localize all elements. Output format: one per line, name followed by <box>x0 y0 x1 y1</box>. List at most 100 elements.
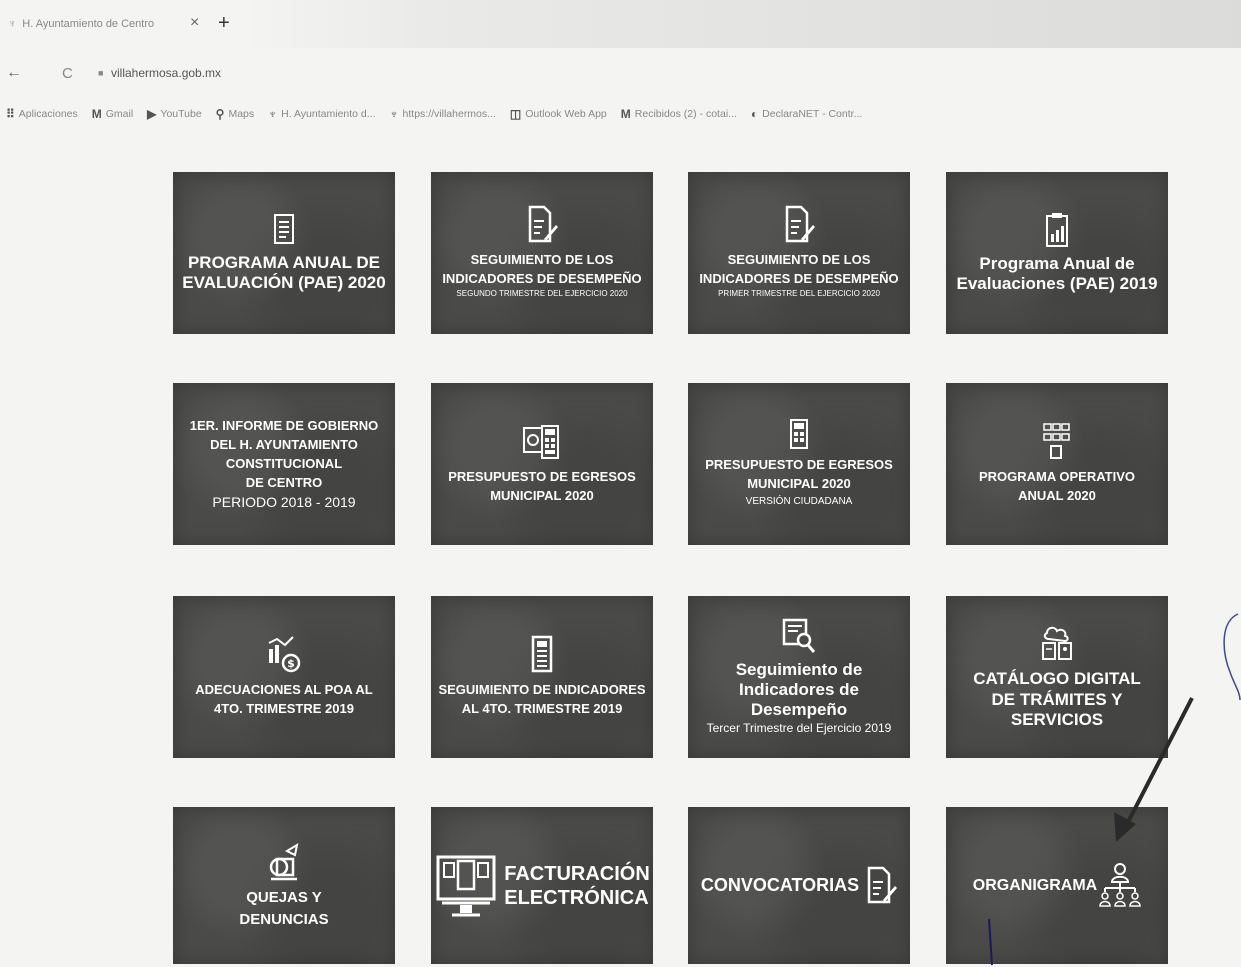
document-pen-icon <box>785 205 815 242</box>
document-icon <box>274 213 294 244</box>
apps-icon: ⠿ <box>6 107 15 121</box>
tab-title: H. Ayuntamiento de Centro <box>22 18 155 30</box>
tile-pae-2020[interactable]: PROGRAMA ANUAL DE EVALUACIÓN (PAE) 2020 <box>173 172 395 334</box>
tile-title: Programa Anual de <box>979 253 1135 273</box>
tile-title: INDICADORES DE DESEMPEÑO <box>442 270 642 286</box>
document-search-icon <box>782 618 816 653</box>
tile-title: DEL H. AYUNTAMIENTO <box>210 437 358 453</box>
tile-adecuaciones-poa[interactable]: $ ADECUACIONES AL POA AL 4TO. TRIMESTRE … <box>173 596 395 758</box>
tile-title: CONSTITUCIONAL <box>225 455 343 471</box>
mailbox-icon <box>269 842 299 880</box>
tile-text: FACTURACIÓN ELECTRÓNICA <box>504 862 650 910</box>
org-chart-icon <box>1099 862 1141 907</box>
tile-content: FACTURACIÓN ELECTRÓNICA <box>434 851 650 921</box>
tile-title: PRESUPUESTO DE EGRESOS <box>448 469 636 485</box>
bookmark-maps[interactable]: ⚲ Maps <box>216 107 254 121</box>
tile-presupuesto-egresos-2020[interactable]: PRESUPUESTO DE EGRESOS MUNICIPAL 2020 <box>431 383 653 545</box>
tile-presupuesto-ciudadana[interactable]: PRESUPUESTO DE EGRESOS MUNICIPAL 2020 VE… <box>688 383 910 545</box>
lock-icon: ■ <box>98 68 104 78</box>
tile-title: Indicadores de Desempeño <box>739 680 859 720</box>
browser-tab[interactable]: ♆ H. Ayuntamiento de Centro <box>8 18 154 30</box>
close-tab-icon[interactable]: × <box>190 14 199 32</box>
bookmarks-bar: ⠿ Aplicaciones M Gmail ▶ YouTube ⚲ Maps ♆ H. … <box>6 104 862 124</box>
document-calculator-icon <box>531 635 553 673</box>
tile-title: AL 4TO. TRIMESTRE 2019 <box>461 701 623 716</box>
bookmark-outlook[interactable]: ◫ Outlook Web App <box>510 107 607 121</box>
tile-title: FACTURACIÓN <box>504 862 650 885</box>
bookmark-label: Recibidos (2) - cotai... <box>634 108 737 120</box>
gmail-icon: M <box>91 107 102 121</box>
gmail-icon: M <box>620 107 631 121</box>
url-field[interactable]: villahermosa.gob.mx <box>111 66 221 80</box>
finance-chart-icon: $ <box>268 636 301 673</box>
outlook-icon: ◫ <box>509 107 522 121</box>
tile-title: INDICADORES DE DESEMPEÑO <box>699 270 899 286</box>
tile-title: PRESUPUESTO DE EGRESOS <box>705 457 893 473</box>
bookmark-recibidos[interactable]: M Recibidos (2) - cotai... <box>621 107 737 121</box>
bookmark-label: H. Ayuntamiento d... <box>281 108 376 120</box>
tile-title: DE CENTRO <box>245 474 323 490</box>
bookmark-label: Aplicaciones <box>18 108 78 120</box>
tile-pae-2019[interactable]: Programa Anual de Evaluaciones (PAE) 201… <box>946 172 1168 334</box>
new-tab-icon[interactable]: + <box>218 12 230 35</box>
reload-icon[interactable]: C <box>62 65 73 82</box>
tile-seguimiento-2do-trimestre-2020[interactable]: SEGUIMIENTO DE LOS INDICADORES DE DESEMP… <box>431 172 653 334</box>
tab-strip-background <box>240 0 1241 48</box>
back-arrow-icon[interactable]: ← <box>6 64 22 82</box>
tile-content: ORGANIGRAMA <box>973 862 1141 910</box>
address-bar-row: ← C ■ villahermosa.gob.mx <box>0 60 1241 86</box>
computer-monitor-icon <box>436 855 496 916</box>
tile-seguimiento-indicadores-4to[interactable]: SEGUIMIENTO DE INDICADORES AL 4TO. TRIME… <box>431 596 653 758</box>
cloud-documents-icon <box>1042 627 1072 661</box>
youtube-icon: ▶ <box>147 107 157 121</box>
tile-title: SEGUIMIENTO DE LOS <box>470 251 614 267</box>
bookmark-youtube[interactable]: ▶ YouTube <box>147 107 202 121</box>
calculator-icon <box>790 419 808 450</box>
bookmark-label: Outlook Web App <box>525 108 607 120</box>
bookmark-ayuntamiento[interactable]: ♆ H. Ayuntamiento d... <box>268 107 375 121</box>
tile-title: SEGUIMIENTO DE LOS <box>727 251 871 267</box>
bookmark-label: Maps <box>228 108 255 120</box>
tile-programa-operativo-2020[interactable]: PROGRAMA OPERATIVO ANUAL 2020 <box>946 383 1168 545</box>
declaranet-icon: ◐ <box>750 107 759 121</box>
tile-title: ANUAL 2020 <box>1018 488 1096 503</box>
tile-subtitle: Tercer Trimestre del Ejercicio 2019 <box>706 720 892 735</box>
bookmark-declaranet[interactable]: ◐ DeclaraNET - Contr... <box>751 107 862 121</box>
bookmark-label: YouTube <box>160 108 202 120</box>
tile-title: EVALUACIÓN (PAE) 2020 <box>182 273 386 292</box>
site-favicon-icon: ♆ <box>389 107 399 121</box>
tile-title: 1ER. INFORME DE GOBIERNO <box>189 418 379 434</box>
bookmark-label: Gmail <box>105 108 134 120</box>
bookmark-gmail[interactable]: M Gmail <box>92 107 133 121</box>
tile-title: QUEJAS Y <box>246 888 322 906</box>
tile-title: ORGANIGRAMA <box>972 876 1098 894</box>
tile-seguimiento-1er-trimestre-2020[interactable]: SEGUIMIENTO DE LOS INDICADORES DE DESEMP… <box>688 172 910 334</box>
bookmark-villahermosa[interactable]: ♆ https://villahermos... <box>390 107 496 121</box>
site-favicon-icon: ♆ <box>8 18 17 30</box>
tile-1er-informe-gobierno[interactable]: 1ER. INFORME DE GOBIERNO DEL H. AYUNTAMI… <box>173 383 395 545</box>
tile-facturacion-electronica[interactable]: FACTURACIÓN ELECTRÓNICA <box>431 807 653 964</box>
bookmark-apps[interactable]: ⠿ Aplicaciones <box>6 107 78 121</box>
tile-title: 4TO. TRIMESTRE 2019 <box>214 701 354 716</box>
document-pen-icon <box>867 866 898 903</box>
tile-title: Evaluaciones (PAE) 2019 <box>956 274 1158 293</box>
tile-title: ELECTRÓNICA <box>504 886 649 909</box>
tile-title: CONVOCATORIAS <box>700 874 860 895</box>
tile-title: MUNICIPAL 2020 <box>747 476 851 491</box>
tile-title: MUNICIPAL 2020 <box>490 488 594 503</box>
maps-pin-icon: ⚲ <box>215 107 225 121</box>
bookmark-label: https://villahermos... <box>402 108 496 120</box>
tile-seguimiento-3er-trimestre-2019[interactable]: Seguimiento de Indicadores de Desempeño … <box>688 596 910 758</box>
tile-title: Seguimiento de <box>735 659 863 679</box>
tile-subtitle: VERSIÓN CIUDADANA <box>745 495 853 507</box>
tile-title: PROGRAMA ANUAL DE <box>187 252 381 272</box>
tile-title: PROGRAMA OPERATIVO <box>978 469 1135 485</box>
tile-quejas-denuncias[interactable]: QUEJAS Y DENUNCIAS <box>173 807 395 964</box>
tile-subtitle: PERIODO 2018 - 2019 <box>212 493 356 510</box>
calculator-money-icon <box>523 425 559 460</box>
tile-content: CONVOCATORIAS <box>700 866 898 906</box>
tile-subtitle: SEGUNDO TRIMESTRE DEL EJERCICIO 2020 <box>456 289 628 299</box>
pen-scribble <box>1223 613 1241 701</box>
report-chart-icon <box>1046 212 1068 247</box>
tile-convocatorias[interactable]: CONVOCATORIAS <box>688 807 910 964</box>
